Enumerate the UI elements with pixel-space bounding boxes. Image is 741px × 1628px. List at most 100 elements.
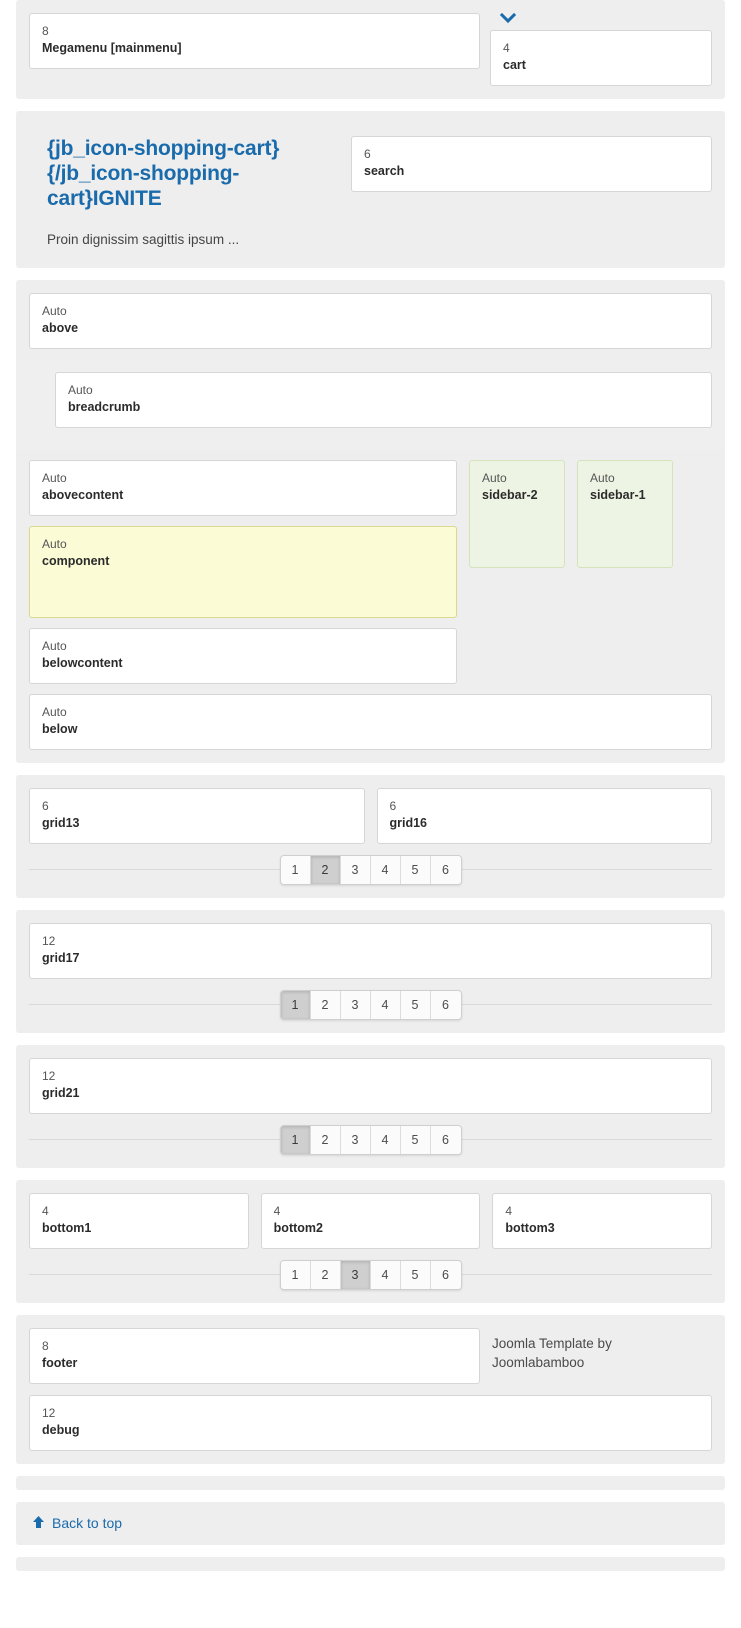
- pager-option[interactable]: 6: [430, 1126, 461, 1154]
- pager-option[interactable]: 5: [400, 1261, 431, 1289]
- grid13-block[interactable]: 6 grid13: [29, 788, 365, 844]
- grid16-label: grid16: [389, 816, 428, 830]
- back-to-top-section: Back to top: [16, 1502, 725, 1545]
- grid17-label: grid17: [42, 951, 80, 965]
- sidebar-2-block[interactable]: Auto sidebar-2: [469, 460, 565, 568]
- pager-option[interactable]: 4: [370, 1126, 401, 1154]
- component-label: component: [42, 554, 110, 568]
- bottom1-label: bottom1: [42, 1221, 92, 1235]
- pager-option[interactable]: 6: [430, 856, 461, 884]
- pager-option[interactable]: 6: [430, 1261, 461, 1289]
- component-span: Auto: [42, 537, 67, 551]
- pager-option[interactable]: 1: [280, 1261, 311, 1289]
- belowcontent-label: belowcontent: [42, 656, 123, 670]
- pager-option[interactable]: 3: [340, 991, 371, 1019]
- footer-span: 8: [42, 1339, 49, 1353]
- grid13-label: grid13: [42, 816, 80, 830]
- above-label: above: [42, 321, 79, 335]
- sidebar-1-label: sidebar-1: [590, 488, 646, 502]
- bottom3-span: 4: [505, 1204, 513, 1218]
- column-count-selector-2[interactable]: 1 2 3 4 5 6: [29, 990, 712, 1020]
- pager-option[interactable]: 1: [280, 856, 311, 884]
- debug-block[interactable]: 12 debug: [29, 1395, 712, 1451]
- above-block[interactable]: Auto above: [29, 293, 712, 349]
- empty-bar-top: [16, 1476, 725, 1490]
- empty-bar-bottom: [16, 1557, 725, 1571]
- grid21-span: 12: [42, 1069, 56, 1083]
- sidebar-1-span: Auto: [590, 471, 615, 485]
- breadcrumb-block[interactable]: Auto breadcrumb: [55, 372, 712, 428]
- column-count-selector-1[interactable]: 1 2 3 4 5 6: [29, 855, 712, 885]
- grid-section-1: 6 grid13 6 grid16 1 2 3 4 5 6: [16, 775, 725, 898]
- column-count-selector-3[interactable]: 1 2 3 4 5 6: [29, 1125, 712, 1155]
- abovecontent-label: abovecontent: [42, 488, 124, 502]
- mainbody-section: Auto above Auto breadcrumb Auto abovecon…: [16, 280, 725, 763]
- megamenu-label: Megamenu [mainmenu]: [42, 41, 182, 55]
- site-tagline: Proin dignissim sagittis ipsum ...: [47, 232, 240, 247]
- arrow-up-icon: [32, 1515, 45, 1531]
- bottom3-block[interactable]: 4 bottom3: [492, 1193, 713, 1249]
- bottom1-block[interactable]: 4 bottom1: [29, 1193, 249, 1249]
- credit-line-1: Joomla Template by: [492, 1336, 612, 1351]
- bottom2-label: bottom2: [273, 1221, 323, 1235]
- grid16-block[interactable]: 6 grid16: [376, 788, 712, 844]
- grid-section-4: 4 bottom1 4 bottom2 4 bottom3 1 2 3 4 5 …: [16, 1180, 725, 1303]
- below-block[interactable]: Auto below: [29, 694, 712, 750]
- pager-option[interactable]: 2: [310, 1261, 341, 1289]
- cart-label: cart: [503, 58, 526, 72]
- credit-text: Joomla Template by Joomlabamboo: [492, 1328, 712, 1372]
- pager-option[interactable]: 3: [340, 1261, 371, 1289]
- pager-option[interactable]: 5: [400, 1126, 431, 1154]
- below-label: below: [42, 722, 78, 736]
- pager-option[interactable]: 4: [370, 1261, 401, 1289]
- grid21-block[interactable]: 12 grid21: [29, 1058, 712, 1114]
- pager-option[interactable]: 3: [340, 1126, 371, 1154]
- chevron-down-icon[interactable]: [500, 13, 516, 24]
- pager-option[interactable]: 1: [280, 991, 311, 1019]
- sidebar-1-column: Auto sidebar-1: [577, 460, 673, 568]
- megamenu-block[interactable]: 8 Megamenu [mainmenu]: [29, 13, 480, 69]
- belowcontent-span: Auto: [42, 639, 67, 653]
- pager-option[interactable]: 6: [430, 991, 461, 1019]
- pager-option[interactable]: 2: [310, 1126, 341, 1154]
- pager-option[interactable]: 5: [400, 991, 431, 1019]
- grid17-block[interactable]: 12 grid17: [29, 923, 712, 979]
- abovecontent-block[interactable]: Auto abovecontent: [29, 460, 457, 516]
- pager-option[interactable]: 2: [310, 856, 341, 884]
- megamenu-span: 8: [42, 24, 49, 38]
- breadcrumb-label: breadcrumb: [68, 400, 141, 414]
- grid-section-2: 12 grid17 1 2 3 4 5 6: [16, 910, 725, 1033]
- above-span: Auto: [42, 304, 67, 318]
- belowcontent-block[interactable]: Auto belowcontent: [29, 628, 457, 684]
- pager-option[interactable]: 4: [370, 991, 401, 1019]
- search-block[interactable]: 6 search: [351, 136, 712, 192]
- cart-block[interactable]: 4 cart: [490, 30, 712, 86]
- bottom3-label: bottom3: [505, 1221, 555, 1235]
- hero-section: {jb_icon-shopping-cart}{/jb_icon-shoppin…: [16, 111, 725, 268]
- credit-line-2: Joomlabamboo: [492, 1355, 585, 1370]
- pager-option[interactable]: 1: [280, 1126, 311, 1154]
- breadcrumb-wrapper: Auto breadcrumb: [16, 360, 725, 450]
- site-title: {jb_icon-shopping-cart}{/jb_icon-shoppin…: [47, 137, 280, 210]
- grid21-label: grid21: [42, 1086, 80, 1100]
- page-root: 8 Megamenu [mainmenu] 4 cart {jb_icon-sh…: [0, 0, 741, 1571]
- column-count-selector-4[interactable]: 1 2 3 4 5 6: [29, 1260, 712, 1290]
- pager-option[interactable]: 3: [340, 856, 371, 884]
- pager-option[interactable]: 2: [310, 991, 341, 1019]
- sidebar-2-label: sidebar-2: [482, 488, 538, 502]
- grid17-span: 12: [42, 934, 56, 948]
- bottom2-block[interactable]: 4 bottom2: [260, 1193, 481, 1249]
- bottom1-span: 4: [42, 1204, 49, 1218]
- pager-option[interactable]: 4: [370, 856, 401, 884]
- component-block[interactable]: Auto component: [29, 526, 457, 618]
- sidebar-2-column: Auto sidebar-2: [469, 460, 565, 568]
- cart-span: 4: [503, 41, 510, 55]
- pager-option[interactable]: 5: [400, 856, 431, 884]
- grid13-span: 6: [42, 799, 49, 813]
- below-span: Auto: [42, 705, 67, 719]
- grid-section-3: 12 grid21 1 2 3 4 5 6: [16, 1045, 725, 1168]
- footer-block[interactable]: 8 footer: [29, 1328, 480, 1384]
- back-to-top-link[interactable]: Back to top: [32, 1515, 122, 1531]
- sidebar-1-block[interactable]: Auto sidebar-1: [577, 460, 673, 568]
- breadcrumb-span: Auto: [68, 383, 93, 397]
